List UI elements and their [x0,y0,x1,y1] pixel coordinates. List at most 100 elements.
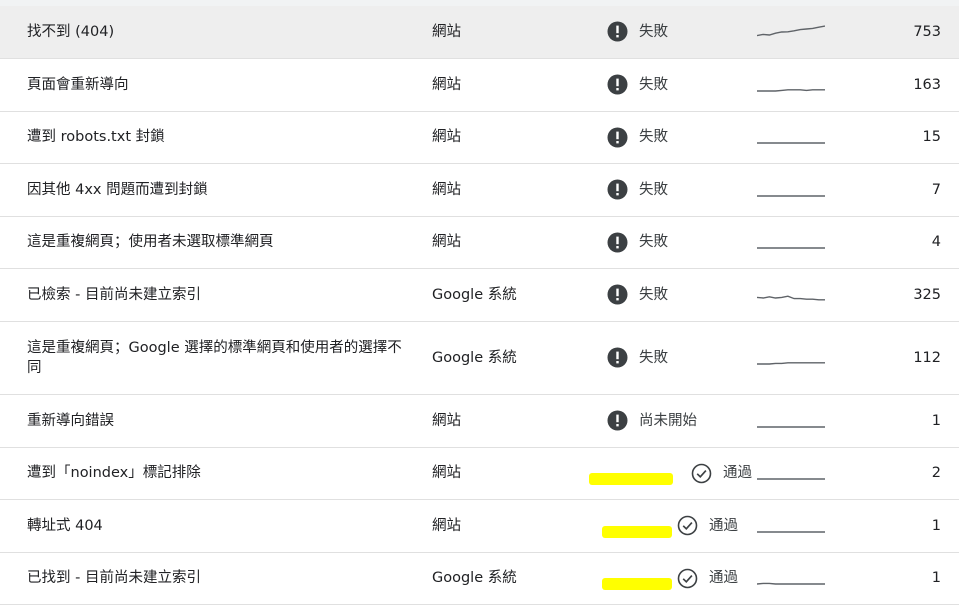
status-cell: 通過 [602,499,757,552]
status-label: 通過 [723,465,752,481]
table-row[interactable]: 遭到 robots.txt 封鎖 網站 失敗 15 [0,111,959,163]
sparkline-path [757,25,825,37]
source-cell: 網站 [432,412,461,429]
status-label: 失敗 [639,349,668,366]
trend-sparkline [757,582,825,585]
status-label: 通過 [709,517,738,534]
source-cell: 網站 [432,181,461,198]
table-row[interactable]: 找不到 (404) 網站 失敗 753 [0,6,959,58]
table-row[interactable]: 遭到「noindex」標記排除 網站 通過 2 [0,447,959,499]
trend-cell [757,268,857,321]
page-count-cell: 753 [913,23,941,40]
table-row[interactable]: 這是重複網頁；Google 選擇的標準網頁和使用者的選擇不同 Google 系統 失… [0,321,959,394]
page-count-cell: 1 [931,412,941,429]
trend-cell [757,552,857,604]
table-row[interactable]: 已找到 - 目前尚未建立索引 Google 系統 通過 1 [0,552,959,604]
yellow-highlight-mark [602,525,672,538]
sparkline-path [757,294,825,300]
trend-sparkline [757,194,825,197]
sparkline-path [757,361,825,365]
check-circle-icon [677,515,698,536]
trend-cell [757,111,857,163]
status-label: 失敗 [639,23,668,40]
status-cell: 失敗 [606,321,757,394]
reason-cell: 遭到「noindex」標記排除 [27,465,201,481]
source-cell: 網站 [432,23,461,40]
page-count-cell: 15 [922,129,941,145]
error-circle-icon [607,21,628,42]
page-count-cell: 7 [931,181,941,198]
error-circle-icon [607,127,628,148]
trend-sparkline [757,478,825,480]
status-label: 尚未開始 [639,412,697,429]
sparkline-path [757,582,825,585]
source-cell: 網站 [432,129,461,145]
trend-cell [757,163,857,216]
check-circle-icon [691,463,712,484]
trend-sparkline [757,142,825,144]
yellow-highlight-mark [602,578,672,590]
error-circle-icon [607,347,628,368]
trend-cell [757,216,857,268]
reason-cell: 這是重複網頁；使用者未選取標準網頁 [27,234,274,250]
reason-cell: 已檢索 - 目前尚未建立索引 [27,286,201,303]
trend-sparkline [757,425,825,428]
yellow-highlight-mark [589,473,673,485]
trend-sparkline [757,25,825,37]
trend-cell [757,394,857,447]
check-circle-icon [677,568,698,589]
error-circle-icon [607,232,628,253]
status-cell: 失敗 [606,111,757,163]
reason-cell: 重新導向錯誤 [27,412,114,429]
reason-cell: 遭到 robots.txt 封鎖 [27,129,165,145]
reason-cell: 頁面會重新導向 [27,76,129,93]
status-label: 通過 [709,570,738,586]
trend-cell [757,499,857,552]
page-count-cell: 1 [931,517,941,534]
page-count-cell: 2 [931,465,941,481]
source-cell: Google 系統 [432,570,517,586]
page-count-cell: 4 [931,234,941,250]
reason-cell: 這是重複網頁；Google 選擇的標準網頁和使用者的選擇不同 [27,339,402,376]
table-row[interactable]: 這是重複網頁；使用者未選取標準網頁 網站 失敗 4 [0,216,959,268]
status-label: 失敗 [639,129,668,145]
page-count-cell: 112 [913,349,941,366]
status-cell: 失敗 [606,268,757,321]
status-cell: 通過 [589,447,757,499]
trend-cell [757,321,857,394]
info-circle-icon [607,410,628,431]
source-cell: 網站 [432,76,461,93]
status-label: 失敗 [639,76,668,93]
status-cell: 失敗 [606,6,757,58]
source-cell: 網站 [432,517,461,534]
table-row[interactable]: 轉址式 404 網站 通過 1 [0,499,959,552]
reason-cell: 找不到 (404) [27,23,115,40]
error-circle-icon [607,179,628,200]
trend-sparkline [757,530,825,533]
table-row[interactable]: 重新導向錯誤 網站 尚未開始 1 [0,394,959,447]
table-row[interactable]: 頁面會重新導向 網站 失敗 163 [0,58,959,111]
trend-cell [757,6,857,58]
trend-sparkline [757,88,825,92]
table-row[interactable]: 因其他 4xx 問題而遭到封鎖 網站 失敗 7 [0,163,959,216]
table-row[interactable]: 已檢索 - 目前尚未建立索引 Google 系統 失敗 325 [0,268,959,321]
sparkline-path [757,88,825,92]
status-label: 失敗 [639,181,668,198]
table-body: 找不到 (404) 網站 失敗 753 頁面會重新導向 網站 失敗 163 遭到 robots.… [0,6,959,604]
reason-cell: 因其他 4xx 問題而遭到封鎖 [27,181,208,198]
status-cell: 尚未開始 [606,394,757,447]
indexing-reasons-table: 找不到 (404) 網站 失敗 753 頁面會重新導向 網站 失敗 163 遭到 robots.… [0,6,959,605]
source-cell: 網站 [432,234,461,250]
source-cell: Google 系統 [432,349,517,366]
status-cell: 失敗 [606,163,757,216]
page-count-cell: 325 [913,286,941,303]
trend-cell [757,447,857,499]
source-cell: Google 系統 [432,286,517,303]
status-cell: 失敗 [606,216,757,268]
trend-sparkline [757,294,825,300]
trend-cell [757,58,857,111]
trend-sparkline [757,361,825,365]
page-count-cell: 1 [931,570,941,586]
trend-sparkline [757,247,825,249]
reason-cell: 已找到 - 目前尚未建立索引 [27,570,201,586]
